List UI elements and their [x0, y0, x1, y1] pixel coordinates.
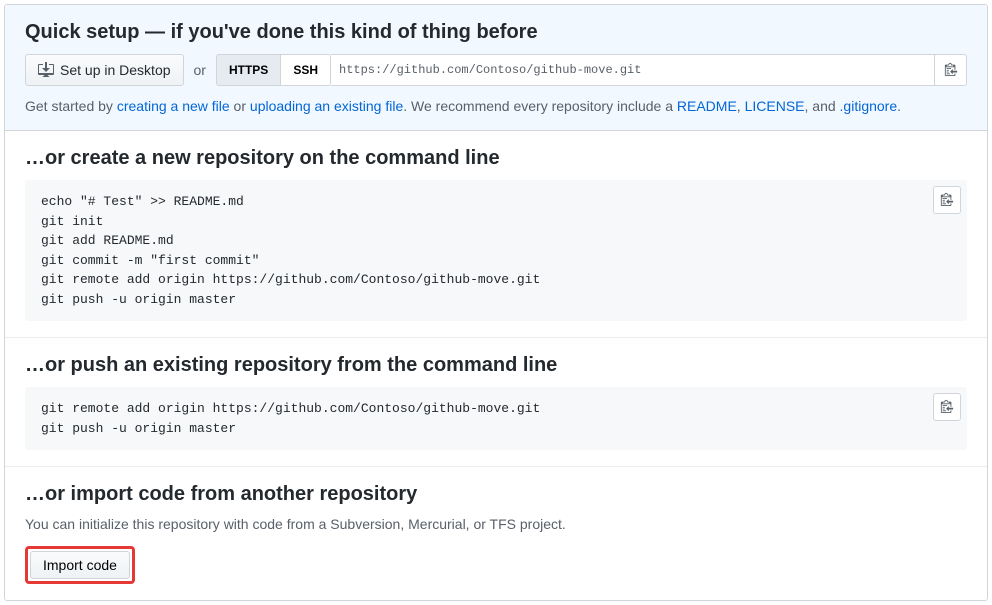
upload-file-link[interactable]: uploading an existing file: [250, 98, 403, 114]
setup-row: Set up in Desktop or HTTPS SSH: [25, 54, 967, 86]
help-c1: ,: [737, 98, 745, 114]
protocol-ssh-button[interactable]: SSH: [281, 54, 331, 86]
help-prefix: Get started by: [25, 98, 117, 114]
push-repo-section: …or push an existing repository from the…: [5, 338, 987, 467]
gitignore-link[interactable]: .gitignore: [840, 98, 898, 114]
push-repo-heading: …or push an existing repository from the…: [25, 354, 967, 377]
clipboard-icon: [944, 62, 958, 79]
quick-setup-heading: Quick setup — if you've done this kind o…: [25, 21, 967, 44]
quick-setup-help-text: Get started by creating a new file or up…: [25, 98, 967, 114]
clipboard-icon: [940, 399, 954, 416]
clipboard-icon: [940, 192, 954, 209]
protocol-switch: HTTPS SSH: [216, 54, 331, 86]
import-heading: …or import code from another repository: [25, 483, 967, 506]
create-repo-section: …or create a new repository on the comma…: [5, 131, 987, 338]
help-period: .: [897, 98, 901, 114]
readme-link[interactable]: README: [677, 98, 737, 114]
protocol-https-button[interactable]: HTTPS: [216, 54, 281, 86]
help-c2: , and: [805, 98, 840, 114]
or-text: or: [184, 62, 216, 78]
copy-url-button[interactable]: [935, 54, 967, 86]
clone-url-input[interactable]: [331, 54, 935, 86]
quick-setup-section: Quick setup — if you've done this kind o…: [5, 5, 987, 131]
empty-repo-panel: Quick setup — if you've done this kind o…: [4, 4, 988, 601]
license-link[interactable]: LICENSE: [745, 98, 805, 114]
push-repo-code-block: git remote add origin https://github.com…: [25, 387, 967, 450]
help-mid: . We recommend every repository include …: [403, 98, 677, 114]
copy-create-code-button[interactable]: [933, 186, 961, 214]
create-repo-heading: …or create a new repository on the comma…: [25, 147, 967, 170]
copy-push-code-button[interactable]: [933, 393, 961, 421]
setup-desktop-label: Set up in Desktop: [60, 60, 171, 80]
create-repo-code-block: echo "# Test" >> README.md git init git …: [25, 180, 967, 321]
import-description: You can initialize this repository with …: [25, 516, 967, 532]
create-repo-code[interactable]: echo "# Test" >> README.md git init git …: [41, 192, 951, 309]
import-button-highlight: Import code: [25, 546, 135, 584]
desktop-download-icon: [38, 62, 54, 78]
push-repo-code[interactable]: git remote add origin https://github.com…: [41, 399, 951, 438]
import-section: …or import code from another repository …: [5, 467, 987, 600]
create-new-file-link[interactable]: creating a new file: [117, 98, 230, 114]
help-or: or: [230, 98, 250, 114]
import-code-button[interactable]: Import code: [30, 551, 130, 579]
setup-in-desktop-button[interactable]: Set up in Desktop: [25, 54, 184, 86]
